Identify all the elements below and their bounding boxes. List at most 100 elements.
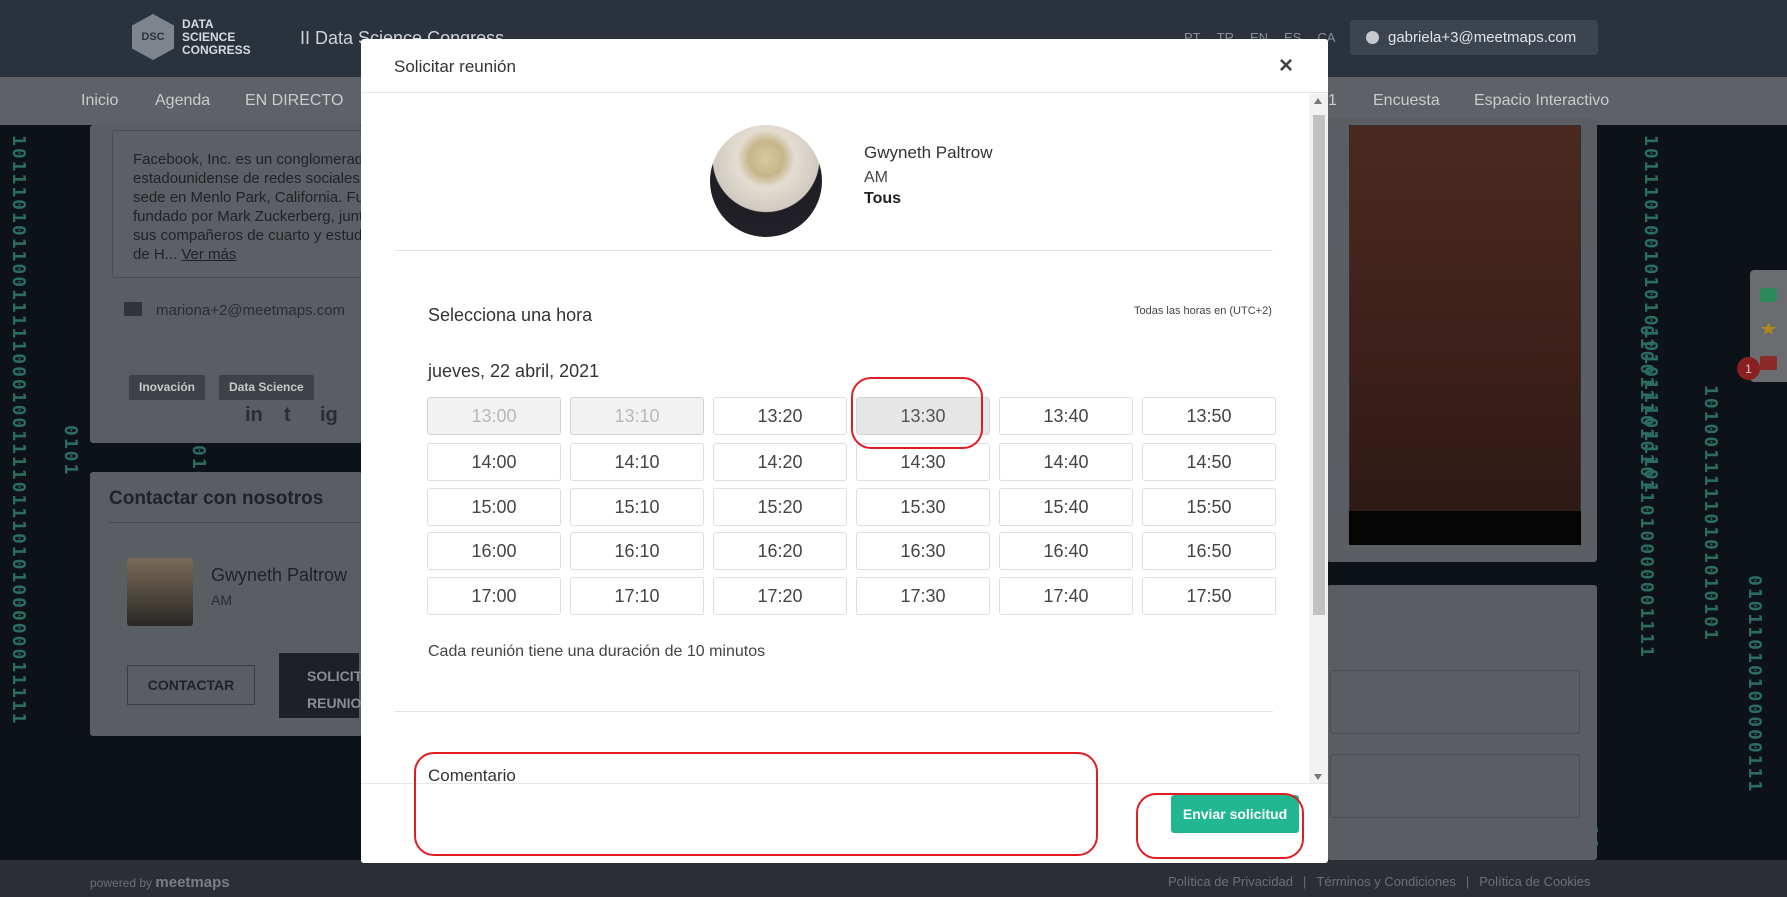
linkedin-icon[interactable]: in	[245, 404, 263, 427]
profile-role: AM	[864, 169, 888, 186]
contact-role: AM	[211, 592, 232, 608]
description-tail: de H...	[133, 246, 178, 263]
time-slot[interactable]: 15:40	[999, 488, 1133, 526]
time-slot[interactable]: 14:00	[427, 443, 561, 481]
time-slot[interactable]: 14:40	[999, 443, 1133, 481]
see-more-link[interactable]: Ver más	[181, 246, 236, 263]
highlight-selected-slot	[851, 377, 983, 449]
description-line: Facebook, Inc. es un conglomerado	[133, 151, 372, 168]
nav-espacio-interactivo[interactable]: Espacio Interactivo	[1474, 92, 1609, 110]
company-email: mariona+2@meetmaps.com	[156, 302, 346, 319]
time-slot[interactable]: 17:30	[856, 577, 990, 615]
company-description: Facebook, Inc. es un conglomerado estado…	[133, 150, 372, 264]
notification-badge: 1	[1737, 357, 1760, 380]
time-slot[interactable]: 15:20	[713, 488, 847, 526]
privacy-link[interactable]: Política de Privacidad	[1168, 874, 1293, 889]
button-line: REUNIO	[307, 695, 362, 711]
user-icon	[1366, 31, 1379, 44]
side-field	[1330, 754, 1580, 818]
button-line: SOLICIT	[307, 668, 363, 684]
contact-button[interactable]: CONTACTAR	[127, 665, 255, 705]
duration-note: Cada reunión tiene una duración de 10 mi…	[428, 643, 766, 660]
instagram-icon[interactable]: ig	[320, 404, 338, 427]
modal-body: Gwyneth Paltrow AM Tous Selecciona una h…	[361, 94, 1312, 783]
time-slot[interactable]: 13:40	[999, 397, 1133, 435]
divider	[395, 711, 1273, 712]
time-slot[interactable]: 13:50	[1142, 397, 1276, 435]
scroll-down-icon[interactable]	[1314, 774, 1322, 780]
terms-link[interactable]: Términos y Condiciones	[1316, 874, 1455, 889]
timezone-note: Todas las horas en (UTC+2)	[1134, 305, 1272, 317]
nav-encuesta[interactable]: Encuesta	[1373, 92, 1440, 110]
binary-decoration: 0101	[60, 425, 81, 477]
user-menu[interactable]: gabriela+3@meetmaps.com	[1350, 20, 1598, 55]
select-time-title: Selecciona una hora	[428, 305, 593, 325]
mail-icon	[124, 302, 142, 316]
nav-inicio[interactable]: Inicio	[81, 92, 118, 110]
close-icon[interactable]: ×	[1279, 52, 1293, 80]
tag-innovation: Inovación	[129, 375, 206, 400]
time-slot: 13:10	[570, 397, 704, 435]
scroll-thumb[interactable]	[1313, 115, 1325, 615]
binary-decoration: 1011101011001111100010011110111010100000…	[8, 135, 29, 726]
binary-decoration: 01001110101011010000001111	[1636, 325, 1657, 659]
time-slot[interactable]: 16:40	[999, 532, 1133, 570]
profile-avatar	[710, 125, 822, 237]
binary-decoration: 01011010100000111	[1744, 575, 1765, 794]
nav-item-partial[interactable]: 1	[1328, 92, 1337, 110]
description-line: estadounidense de redes sociales c	[133, 170, 372, 187]
time-slot[interactable]: 14:10	[570, 443, 704, 481]
time-slot[interactable]: 16:00	[427, 532, 561, 570]
divider	[395, 250, 1273, 251]
time-slot[interactable]: 13:20	[713, 397, 847, 435]
modal-scrollbar[interactable]	[1309, 94, 1328, 783]
scroll-up-icon[interactable]	[1314, 98, 1322, 104]
divider	[109, 522, 369, 523]
time-slot[interactable]: 15:30	[856, 488, 990, 526]
description-line: fundado por Mark Zuckerberg, junto	[133, 208, 372, 225]
time-slot[interactable]: 15:10	[570, 488, 704, 526]
contact-title: Contactar con nosotros	[109, 488, 324, 509]
video-player[interactable]	[1349, 125, 1581, 545]
tag-data-science: Data Science	[219, 375, 314, 400]
time-slot[interactable]: 17:00	[427, 577, 561, 615]
separator: |	[1303, 874, 1307, 889]
logo-line: DATA	[182, 16, 214, 31]
handshake-icon[interactable]	[1760, 356, 1777, 370]
time-slot[interactable]: 16:10	[570, 532, 704, 570]
contact-avatar	[127, 558, 193, 626]
time-slot[interactable]: 17:10	[570, 577, 704, 615]
chat-icon[interactable]	[1760, 288, 1777, 302]
nav-en-directo[interactable]: EN DIRECTO	[245, 92, 343, 110]
logo-abbr: DSC	[141, 31, 165, 43]
event-logo[interactable]: DSC DATA SCIENCE CONGRESS	[132, 14, 251, 60]
time-slot[interactable]: 17:50	[1142, 577, 1276, 615]
time-slot[interactable]: 14:50	[1142, 443, 1276, 481]
time-slot[interactable]: 15:00	[427, 488, 561, 526]
time-slot[interactable]: 16:30	[856, 532, 990, 570]
side-field	[1330, 670, 1580, 734]
profile-company: Tous	[864, 190, 902, 207]
cookies-link[interactable]: Política de Cookies	[1479, 874, 1590, 889]
time-slot[interactable]: 17:40	[999, 577, 1133, 615]
highlight-send-button	[1136, 793, 1304, 859]
request-meeting-button[interactable]: SOLICIT REUNIO	[279, 653, 363, 718]
logo-hexagon-icon: DSC	[132, 14, 174, 60]
logo-text: DATA SCIENCE CONGRESS	[182, 16, 251, 57]
modal-title: Solicitar reunión	[394, 57, 516, 76]
meetmaps-brand: meetmaps	[155, 874, 230, 891]
logo-line: CONGRESS	[182, 42, 251, 57]
powered-by: powered by meetmaps	[90, 874, 230, 891]
description-line: sede en Menlo Park, California. Fue	[133, 189, 373, 206]
description-line: de H... Ver más	[133, 245, 372, 264]
nav-agenda[interactable]: Agenda	[155, 92, 210, 110]
twitter-icon[interactable]: t	[284, 404, 291, 427]
time-slot[interactable]: 17:20	[713, 577, 847, 615]
star-icon[interactable]	[1760, 322, 1777, 335]
highlight-comment	[414, 752, 1098, 856]
description-line: sus compañeros de cuarto y estudi	[133, 227, 366, 244]
time-slot[interactable]: 15:50	[1142, 488, 1276, 526]
time-slot[interactable]: 16:50	[1142, 532, 1276, 570]
time-slot[interactable]: 14:20	[713, 443, 847, 481]
time-slot[interactable]: 16:20	[713, 532, 847, 570]
